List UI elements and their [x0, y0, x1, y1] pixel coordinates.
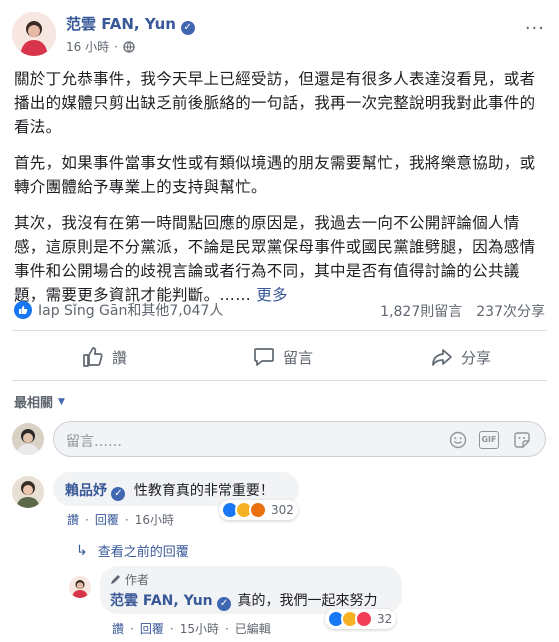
reply-author-avatar[interactable] — [69, 576, 91, 598]
comment-reply-link[interactable]: 回覆 — [95, 511, 119, 528]
comment-timestamp[interactable]: 16小時 — [135, 511, 174, 528]
commenter-avatar[interactable] — [12, 476, 44, 508]
sort-label: 最相關 — [14, 396, 54, 411]
post-author-line: 范雲 FAN, Yun ✓ — [66, 13, 195, 35]
separator-dot: · — [130, 621, 134, 636]
comment-icon — [254, 348, 274, 366]
pen-icon — [111, 575, 120, 584]
separator-dot: · — [85, 512, 89, 527]
current-user-avatar[interactable] — [12, 423, 44, 455]
separator-dot: · — [124, 512, 129, 527]
reply-edited-label[interactable]: 已編輯 — [235, 620, 271, 637]
reactions-text: Iap Sǐng Gān和其他7,047人 — [38, 303, 224, 319]
divider-bottom — [12, 380, 547, 381]
view-previous-replies[interactable]: ↳ 查看之前的回覆 — [76, 541, 189, 561]
verified-icon: ✓ — [217, 597, 232, 611]
chevron-down-icon: ▼ — [58, 396, 65, 407]
like-button[interactable]: 讚 — [82, 345, 127, 369]
post-author-name[interactable]: 范雲 FAN, Yun — [66, 15, 176, 33]
post-counts: 1,827則留言 237次分享 — [380, 301, 545, 321]
separator-dot: · — [224, 621, 229, 636]
reply-text: 真的，我們一起來努力 — [237, 593, 378, 609]
gif-icon[interactable]: GIF — [479, 431, 499, 449]
reply-timestamp[interactable]: 15小時 — [180, 620, 219, 637]
author-badge: 作者 — [110, 571, 149, 588]
separator-dot: · — [114, 39, 118, 54]
reply-actions: 讚 · 回覆 · 15小時 · 已編輯 — [112, 620, 271, 637]
post-paragraph-1: 關於丁允恭事件，我今天早上已經受訪，但還是有很多人表達沒看見，或者播出的媒體只剪… — [14, 70, 536, 136]
reply-like-link[interactable]: 讚 — [112, 620, 124, 637]
author-avatar[interactable] — [12, 12, 56, 56]
reply-reactions[interactable]: 32 — [325, 609, 397, 629]
share-icon — [432, 349, 452, 366]
like-label: 讚 — [112, 348, 128, 367]
view-previous-label: 查看之前的回覆 — [97, 545, 189, 560]
reply-reply-link[interactable]: 回覆 — [140, 620, 164, 637]
see-more-link[interactable]: 更多 — [256, 286, 288, 304]
reactions-summary[interactable]: Iap Sǐng Gān和其他7,047人 — [14, 300, 223, 320]
comment-button[interactable]: 留言 — [253, 345, 313, 369]
post-paragraph-3: 其次，我沒有在第一時間點回應的原因是，我過去一向不公開評論個人情感，這原則是不分… — [14, 211, 544, 307]
share-label: 分享 — [461, 348, 492, 367]
reply-content: 范雲 FAN, Yun ✓ 真的，我們一起來努力 — [110, 590, 378, 611]
comment-composer[interactable]: 留言…… GIF — [53, 421, 546, 457]
comment-author-name[interactable]: 賴品妤 — [65, 483, 107, 499]
comment-label: 留言 — [283, 348, 314, 367]
globe-icon — [123, 40, 135, 53]
comment-text: 性教育真的非常重要！ — [133, 483, 274, 499]
post-body: 關於丁允恭事件，我今天早上已經受訪，但還是有很多人表達沒看見，或者播出的媒體只剪… — [14, 67, 544, 319]
reply-bubble: 作者 范雲 FAN, Yun ✓ 真的，我們一起來努力 — [100, 566, 402, 614]
comment-reaction-count: 302 — [271, 503, 294, 517]
comments-count[interactable]: 1,827則留言 — [380, 301, 462, 321]
post-options-icon[interactable]: ··· — [525, 18, 545, 39]
post-meta: 16 小時 · — [66, 38, 135, 55]
share-button[interactable]: 分享 — [431, 345, 491, 369]
reply-reaction-count: 32 — [377, 612, 393, 626]
verified-icon: ✓ — [180, 21, 195, 35]
verified-icon: ✓ — [111, 487, 126, 501]
author-badge-label: 作者 — [125, 573, 150, 587]
reply-author-name[interactable]: 范雲 FAN, Yun — [110, 593, 213, 609]
comment-content: 賴品妤 ✓ 性教育真的非常重要！ — [65, 480, 274, 501]
comment-actions: 讚 · 回覆 · 16小時 — [67, 511, 174, 528]
angry-reaction-icon — [249, 501, 267, 519]
comment-reactions[interactable]: 302 — [219, 500, 298, 520]
sticker-icon[interactable] — [513, 431, 531, 453]
like-reaction-icon — [14, 301, 32, 319]
comment-input-placeholder: 留言…… — [66, 434, 122, 450]
reply-arrow-icon: ↳ — [76, 542, 88, 559]
shares-count[interactable]: 237次分享 — [476, 301, 545, 321]
post-paragraph-2: 首先，如果事件當事女性或有類似境遇的朋友需要幫忙，我將樂意協助，或轉介團體給予專… — [14, 154, 536, 196]
post-timestamp[interactable]: 16 小時 — [66, 38, 109, 55]
separator-dot: · — [169, 621, 174, 636]
comment-like-link[interactable]: 讚 — [67, 511, 79, 528]
emoji-icon[interactable] — [449, 431, 467, 453]
divider-top — [12, 330, 547, 331]
love-reaction-icon — [355, 610, 373, 628]
comment-sort-dropdown[interactable]: 最相關 ▼ — [14, 392, 65, 411]
thumbs-up-icon — [83, 347, 103, 367]
